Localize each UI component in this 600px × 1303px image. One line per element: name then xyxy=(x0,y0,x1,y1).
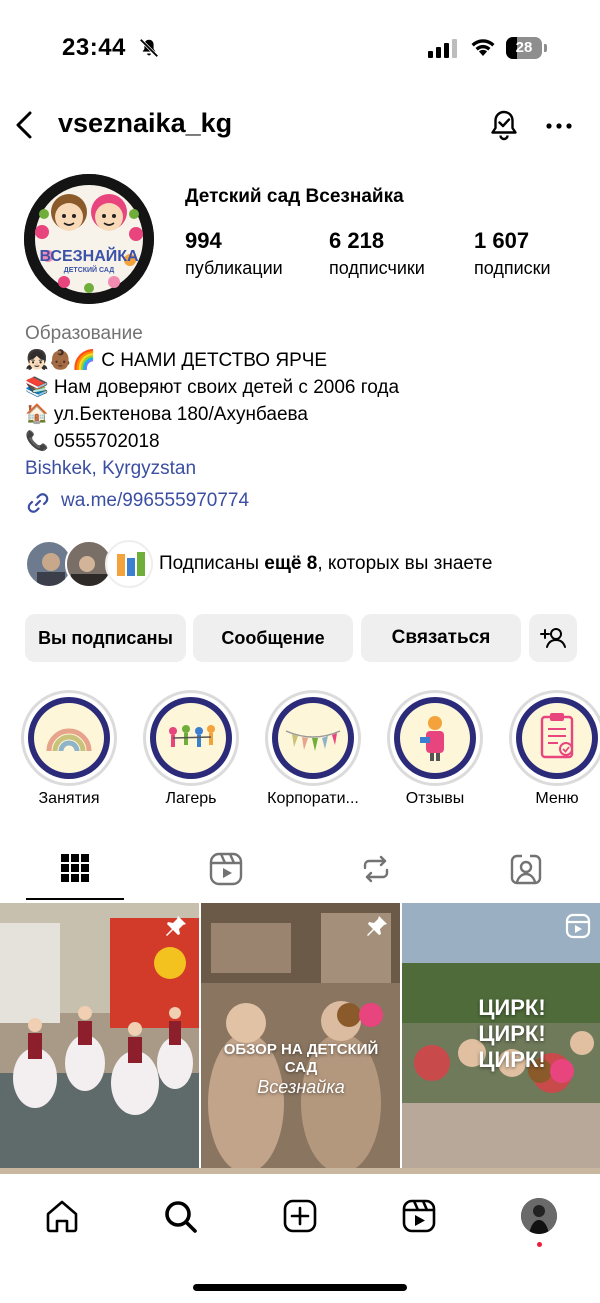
mutual-followers-text: Подписаны ещё 8, которых вы знаете xyxy=(159,553,493,574)
bell-off-icon xyxy=(139,38,159,58)
post-thumbnail[interactable] xyxy=(0,903,199,1169)
stat-followers[interactable]: 6 218 подписчики xyxy=(329,228,425,279)
tagged-person-icon xyxy=(510,854,542,885)
stat-posts-label: публикации xyxy=(185,258,283,278)
post-image-overview xyxy=(201,903,400,1169)
pin-icon xyxy=(367,916,387,936)
bio-category: Образование xyxy=(25,323,143,344)
following-button[interactable]: Вы подписаны xyxy=(25,614,186,662)
profile-username: vseznaika_kg xyxy=(58,108,233,138)
battery-indicator: 28 xyxy=(506,37,548,59)
post-image-dancers xyxy=(0,903,199,1169)
reels-icon xyxy=(209,852,243,886)
stat-followers-count: 6 218 xyxy=(329,228,385,253)
bio-line: 🏠 ул.Бектенова 180/Ахунбаева xyxy=(25,404,308,425)
cellular-signal-icon xyxy=(428,39,457,58)
pin-icon xyxy=(166,916,186,936)
back-arrow-icon[interactable] xyxy=(10,108,38,142)
kids-holding-hands-icon xyxy=(169,725,215,747)
highlight-label: Меню xyxy=(535,790,579,807)
highlight-label: Лагерь xyxy=(165,790,217,807)
home-indicator xyxy=(193,1284,407,1291)
post-caption-subtitle: Всезнайка xyxy=(257,1077,345,1097)
bio-line: 👧🏻👶🏾🌈 С НАМИ ДЕТСТВО ЯРЧЕ xyxy=(25,350,328,371)
create-post-icon[interactable] xyxy=(280,1196,320,1236)
bio-line: 📞 0555702018 xyxy=(25,431,160,452)
post-caption: ОБЗОР НА ДЕТСКИЙ САД xyxy=(223,1041,379,1076)
status-bar: 23:44 28 xyxy=(0,0,600,96)
highlight-label: Занятия xyxy=(38,790,100,807)
profile-header: vseznaika_kg xyxy=(0,100,600,152)
post-thumbnail[interactable]: ЦИРК! ЦИРК! ЦИРК! xyxy=(402,903,600,1169)
own-profile-avatar[interactable] xyxy=(521,1198,557,1234)
svg-text:ВСЕЗНАЙКА: ВСЕЗНАЙКА xyxy=(39,246,139,265)
status-time: 23:44 xyxy=(62,34,126,61)
clipboard-icon xyxy=(540,713,574,759)
suggest-people-button[interactable] xyxy=(529,614,577,662)
bio-line: 📚 Нам доверяют своих детей с 2006 года xyxy=(25,377,400,398)
grid-icon xyxy=(61,854,89,882)
link-icon xyxy=(27,493,49,513)
notification-dot xyxy=(537,1242,542,1247)
search-icon[interactable] xyxy=(160,1196,200,1236)
rainbow-icon xyxy=(46,728,92,752)
post-caption: ЦИРК! ЦИРК! ЦИРК! xyxy=(478,995,546,1072)
battery-level: 28 xyxy=(515,39,533,56)
repost-icon xyxy=(363,855,389,883)
svg-text:ДЕТСКИЙ САД: ДЕТСКИЙ САД xyxy=(64,265,114,274)
profile-display-name: Детский сад Всезнайка xyxy=(185,186,404,207)
highlight-label: Корпорати... xyxy=(267,790,359,807)
bio-website-link[interactable]: wa.me/996555970774 xyxy=(61,490,249,512)
more-options-icon[interactable] xyxy=(544,112,574,140)
reviews-figure-icon xyxy=(420,716,444,761)
tab-posts-grid[interactable] xyxy=(0,840,150,900)
reels-nav-icon[interactable] xyxy=(399,1196,439,1236)
wifi-icon xyxy=(471,39,495,56)
post-thumbnail[interactable]: ОБЗОР НА ДЕТСКИЙ САД Всезнайка xyxy=(201,903,400,1169)
stat-posts[interactable]: 994 публикации xyxy=(185,228,283,279)
tab-reels[interactable] xyxy=(150,840,300,900)
garland-icon xyxy=(285,730,341,751)
stat-posts-count: 994 xyxy=(185,228,222,253)
posts-grid: ОБЗОР НА ДЕТСКИЙ САД Всезнайка ЦИРК! ЦИР… xyxy=(0,903,600,1173)
notification-bell-icon[interactable] xyxy=(488,108,520,142)
add-person-icon xyxy=(540,628,566,648)
contact-button[interactable]: Связаться xyxy=(361,614,521,662)
stat-following-label: подписки xyxy=(474,258,551,278)
profile-content-tabs xyxy=(0,840,600,902)
tab-tagged[interactable] xyxy=(450,840,600,900)
tab-reposts[interactable] xyxy=(300,840,450,900)
highlight-label: Отзывы xyxy=(405,790,465,807)
stat-following-count: 1 607 xyxy=(474,228,530,253)
reel-icon xyxy=(565,913,591,939)
stat-following[interactable]: 1 607 подписки xyxy=(474,228,551,279)
mutual-followers[interactable]: Подписаны ещё 8, которых вы знаете xyxy=(25,540,585,590)
profile-bio: Образование 👧🏻👶🏾🌈 С НАМИ ДЕТСТВО ЯРЧЕ 📚 … xyxy=(25,320,585,482)
bio-location-link[interactable]: Bishkek, Kyrgyzstan xyxy=(25,455,585,482)
mutual-follower-avatar xyxy=(105,540,153,588)
kindergarten-logo: ВСЕЗНАЙКА ДЕТСКИЙ САД xyxy=(24,174,154,304)
active-tab-indicator xyxy=(26,898,124,900)
message-button[interactable]: Сообщение xyxy=(193,614,353,662)
stat-followers-label: подписчики xyxy=(329,258,425,278)
home-icon[interactable] xyxy=(42,1196,82,1236)
profile-avatar[interactable]: ВСЕЗНАЙКА ДЕТСКИЙ САД xyxy=(24,174,154,304)
